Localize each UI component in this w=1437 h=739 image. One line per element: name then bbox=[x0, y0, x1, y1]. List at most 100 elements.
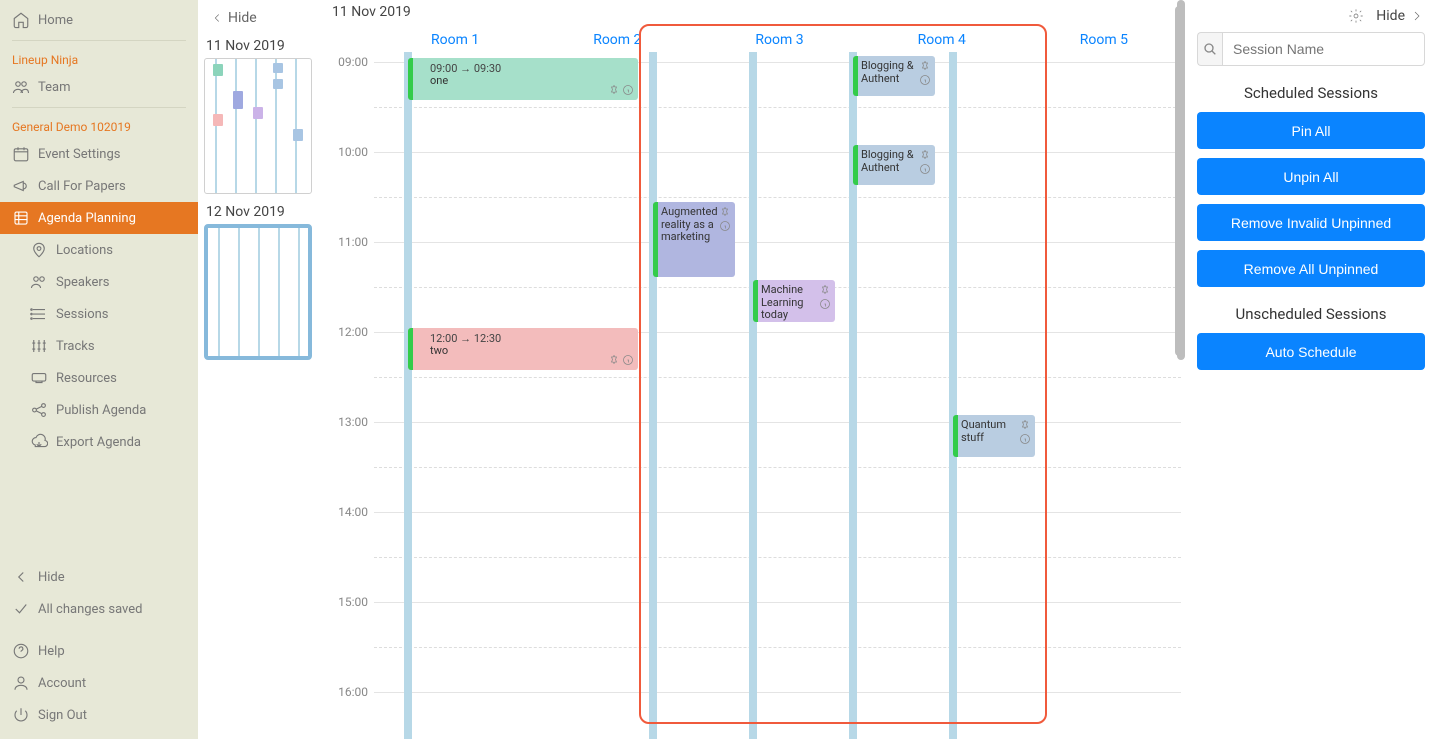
event-quantum[interactable]: Quantum stuff bbox=[953, 415, 1035, 457]
info-icon[interactable] bbox=[1019, 433, 1031, 445]
time-label: 13:00 bbox=[338, 415, 368, 429]
calendar-body: 09:00 10:00 11:00 12:00 13:00 14:00 15:0… bbox=[324, 52, 1185, 739]
info-icon[interactable] bbox=[919, 74, 931, 86]
nav-event-settings[interactable]: Event Settings bbox=[0, 138, 198, 170]
power-icon bbox=[12, 706, 30, 724]
event-ar[interactable]: Augmented reality as a marketing bbox=[653, 202, 735, 277]
pin-all-button[interactable]: Pin All bbox=[1197, 112, 1425, 149]
pin-icon[interactable] bbox=[919, 60, 931, 72]
pin-icon[interactable] bbox=[608, 84, 620, 96]
remove-invalid-button[interactable]: Remove Invalid Unpinned bbox=[1197, 204, 1425, 241]
nav-label: Account bbox=[38, 676, 86, 691]
nav-tracks[interactable]: Tracks bbox=[0, 330, 198, 362]
info-icon[interactable] bbox=[622, 354, 634, 366]
nav-speakers[interactable]: Speakers bbox=[0, 266, 198, 298]
event-blog2[interactable]: Blogging & Authent bbox=[853, 145, 935, 185]
status-label: All changes saved bbox=[38, 602, 143, 617]
event-title: Augmented reality as a marketing bbox=[661, 206, 719, 244]
search-icon bbox=[1202, 41, 1218, 57]
minimap-panel: Hide 11 Nov 2019 12 Nov 2019 bbox=[198, 0, 324, 739]
time-label: 12:00 bbox=[338, 325, 368, 339]
remove-all-button[interactable]: Remove All Unpinned bbox=[1197, 250, 1425, 287]
chevron-right-icon bbox=[1409, 8, 1425, 24]
search-input[interactable] bbox=[1222, 32, 1425, 66]
event-title: one bbox=[416, 75, 622, 88]
event-title: two bbox=[416, 345, 622, 358]
calendar-date: 11 Nov 2019 bbox=[332, 4, 411, 20]
nav-export-agenda[interactable]: Export Agenda bbox=[0, 426, 198, 458]
nav-label: Team bbox=[38, 80, 71, 95]
nav-label: Tracks bbox=[56, 339, 95, 354]
minimap-day-1[interactable] bbox=[204, 58, 312, 194]
account-icon bbox=[12, 674, 30, 692]
pin-icon[interactable] bbox=[608, 354, 620, 366]
share-icon bbox=[30, 401, 48, 419]
right-panel-hide[interactable]: Hide bbox=[1376, 8, 1425, 24]
info-icon[interactable] bbox=[919, 163, 931, 175]
calendar-grid[interactable]: 09:00 → 09:30 one 12:00 → 12:30 two Blog bbox=[374, 52, 1181, 739]
nav-resources[interactable]: Resources bbox=[0, 362, 198, 394]
pin-icon[interactable] bbox=[819, 284, 831, 296]
pin-icon bbox=[30, 241, 48, 259]
team-icon bbox=[12, 78, 30, 96]
nav-sign-out[interactable]: Sign Out bbox=[0, 699, 198, 731]
divider bbox=[12, 40, 186, 41]
nav-help[interactable]: Help bbox=[0, 635, 198, 667]
chevron-left-icon bbox=[210, 11, 224, 25]
nav-label: Hide bbox=[38, 570, 65, 585]
nav-label: Sign Out bbox=[38, 708, 87, 723]
sidebar-hide[interactable]: Hide bbox=[0, 561, 198, 593]
check-icon bbox=[12, 600, 30, 618]
scrollbar[interactable] bbox=[1175, 6, 1183, 356]
gear-icon[interactable] bbox=[1348, 8, 1364, 24]
left-sidebar: Home Lineup Ninja Team General Demo 1020… bbox=[0, 0, 198, 739]
event-ml[interactable]: Machine Learning today bbox=[753, 280, 835, 322]
time-label: 15:00 bbox=[338, 595, 368, 609]
resources-icon bbox=[30, 369, 48, 387]
search-row bbox=[1197, 32, 1425, 66]
nav-label: Speakers bbox=[56, 275, 109, 290]
pin-icon[interactable] bbox=[919, 149, 931, 161]
chevron-left-icon bbox=[12, 568, 30, 586]
nav-agenda-planning[interactable]: Agenda Planning bbox=[0, 202, 198, 234]
nav-locations[interactable]: Locations bbox=[0, 234, 198, 266]
event-blog1[interactable]: Blogging & Authent bbox=[853, 56, 935, 96]
nav-call-for-papers[interactable]: Call For Papers bbox=[0, 170, 198, 202]
sessions-icon bbox=[30, 305, 48, 323]
right-panel: Hide Scheduled Sessions Pin All Unpin Al… bbox=[1185, 0, 1437, 739]
search-button[interactable] bbox=[1197, 32, 1222, 66]
info-icon[interactable] bbox=[719, 220, 731, 232]
minimap-hide[interactable]: Hide bbox=[204, 6, 323, 36]
calendar-settings-icon bbox=[12, 145, 30, 163]
hide-label: Hide bbox=[1376, 8, 1405, 24]
unpin-all-button[interactable]: Unpin All bbox=[1197, 158, 1425, 195]
time-label: 14:00 bbox=[338, 505, 368, 519]
nav-label: Sessions bbox=[56, 307, 109, 322]
time-label: 10:00 bbox=[338, 145, 368, 159]
nav-sessions[interactable]: Sessions bbox=[0, 298, 198, 330]
pin-icon[interactable] bbox=[1019, 419, 1031, 431]
hide-label: Hide bbox=[228, 10, 257, 26]
nav-home[interactable]: Home bbox=[0, 4, 198, 36]
minimap-date: 12 Nov 2019 bbox=[206, 204, 323, 220]
nav-team[interactable]: Team bbox=[0, 71, 198, 103]
event-one[interactable]: 09:00 → 09:30 one bbox=[408, 58, 638, 100]
scheduled-heading: Scheduled Sessions bbox=[1197, 84, 1425, 102]
export-icon bbox=[30, 433, 48, 451]
unscheduled-heading: Unscheduled Sessions bbox=[1197, 305, 1425, 323]
nav-label: Locations bbox=[56, 243, 113, 258]
event-header: General Demo 102019 bbox=[0, 112, 198, 138]
event-two[interactable]: 12:00 → 12:30 two bbox=[408, 328, 638, 370]
pin-icon[interactable] bbox=[719, 206, 731, 218]
help-icon bbox=[12, 642, 30, 660]
speakers-icon bbox=[30, 273, 48, 291]
minimap-day-2[interactable] bbox=[204, 224, 312, 360]
auto-schedule-button[interactable]: Auto Schedule bbox=[1197, 333, 1425, 370]
nav-label: Resources bbox=[56, 371, 117, 386]
nav-account[interactable]: Account bbox=[0, 667, 198, 699]
info-icon[interactable] bbox=[622, 84, 634, 96]
info-icon[interactable] bbox=[819, 298, 831, 310]
megaphone-icon bbox=[12, 177, 30, 195]
event-title: Blogging & Authent bbox=[861, 149, 919, 174]
nav-publish-agenda[interactable]: Publish Agenda bbox=[0, 394, 198, 426]
